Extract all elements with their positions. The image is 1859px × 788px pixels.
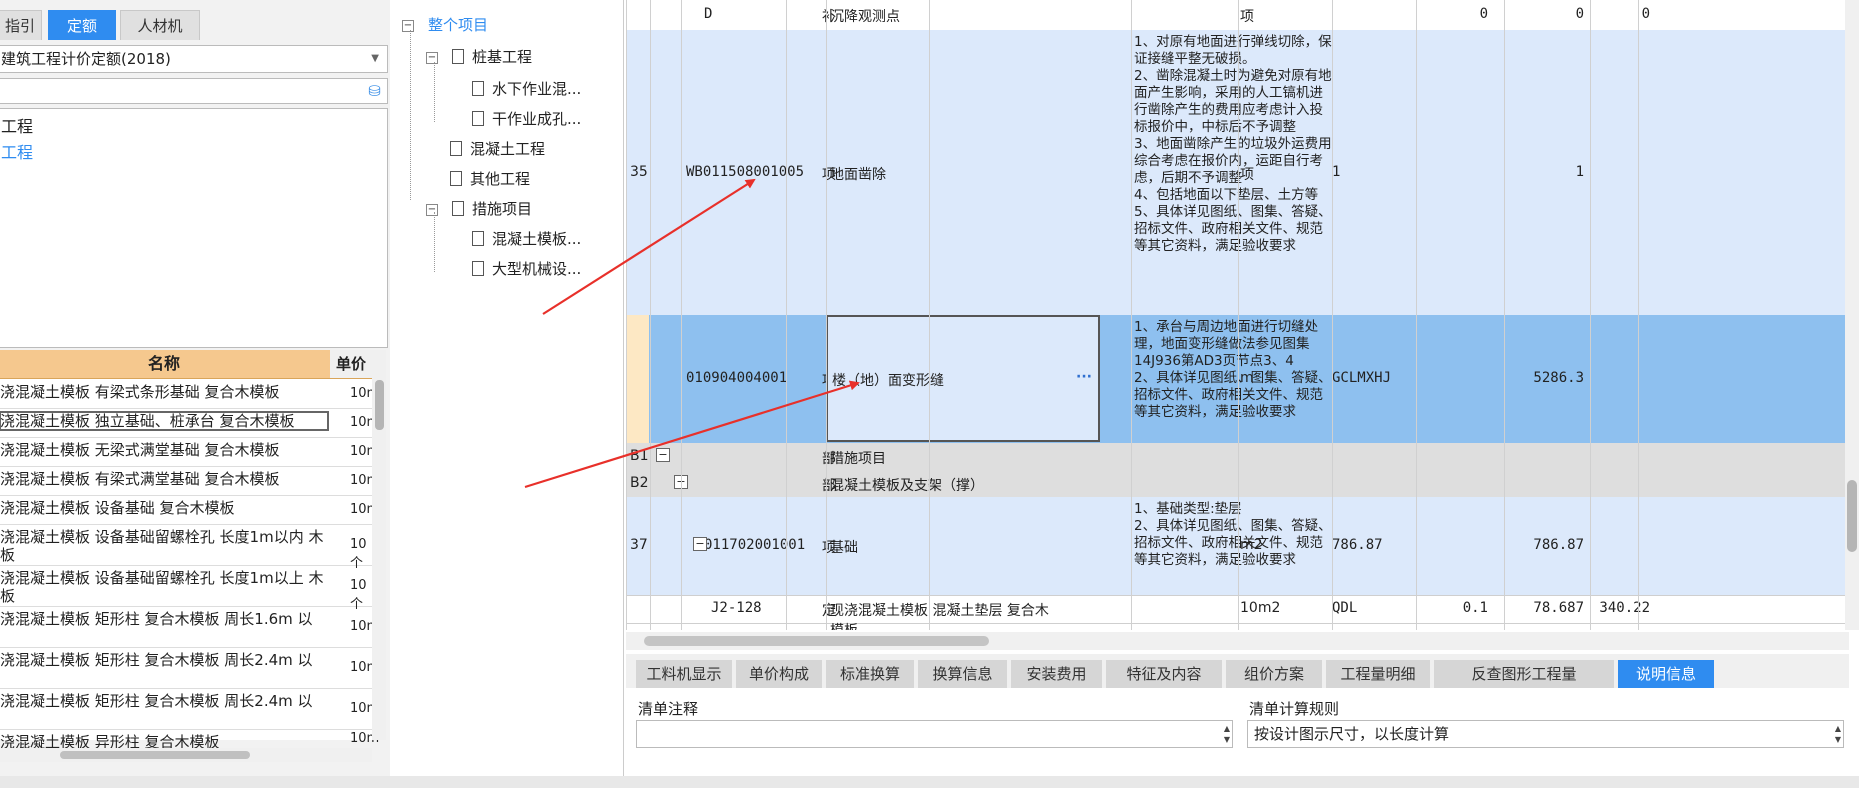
arrow-to-code — [542, 178, 756, 315]
arrow-to-name — [524, 380, 860, 489]
annotation-arrows — [524, 178, 860, 489]
